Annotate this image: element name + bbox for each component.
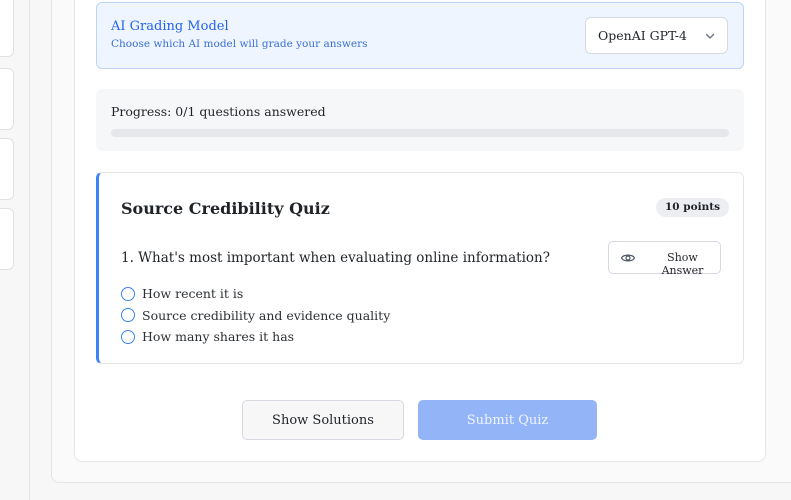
option-label: How recent it is xyxy=(142,286,244,302)
rail-card[interactable] xyxy=(0,138,14,200)
progress-section: Progress: 0/1 questions answered xyxy=(96,89,744,151)
radio-button[interactable] xyxy=(121,308,135,323)
progress-bar xyxy=(111,129,729,137)
show-answer-button[interactable]: Show Answer xyxy=(608,241,721,277)
submit-quiz-button[interactable]: Submit Quiz xyxy=(418,400,597,440)
answer-option[interactable]: How recent it is xyxy=(121,283,390,305)
progress-text: Progress: 0/1 questions answered xyxy=(111,104,326,119)
ai-grading-model-box: AI Grading Model Choose which AI model w… xyxy=(96,2,744,69)
model-select-value: OpenAI GPT-4 xyxy=(598,28,687,43)
quiz-title: Source Credibility Quiz xyxy=(121,199,330,218)
grading-model-description: Choose which AI model will grade your an… xyxy=(111,38,368,50)
grading-model-title: AI Grading Model xyxy=(111,19,229,34)
answer-option[interactable]: How many shares it has xyxy=(121,326,390,348)
rail-card[interactable] xyxy=(0,0,14,57)
show-answer-label: Show Answer xyxy=(661,251,704,277)
answer-option[interactable]: Source credibility and evidence quality xyxy=(121,305,390,327)
model-select[interactable]: OpenAI GPT-4 xyxy=(585,17,728,54)
option-label: Source credibility and evidence quality xyxy=(142,307,391,323)
chevron-down-icon xyxy=(705,33,715,39)
eye-icon xyxy=(620,254,636,262)
left-rail xyxy=(0,0,30,500)
answer-options: How recent it is Source credibility and … xyxy=(121,283,390,348)
points-badge: 10 points xyxy=(656,198,729,217)
question-text: 1. What's most important when evaluating… xyxy=(121,250,550,266)
rail-card[interactable] xyxy=(0,68,14,130)
quiz-card: Source Credibility Quiz 10 points 1. Wha… xyxy=(96,172,744,364)
show-solutions-button[interactable]: Show Solutions xyxy=(242,400,404,440)
radio-button[interactable] xyxy=(121,286,135,301)
rail-card[interactable] xyxy=(0,208,14,270)
option-label: How many shares it has xyxy=(142,329,295,345)
radio-button[interactable] xyxy=(121,329,135,344)
